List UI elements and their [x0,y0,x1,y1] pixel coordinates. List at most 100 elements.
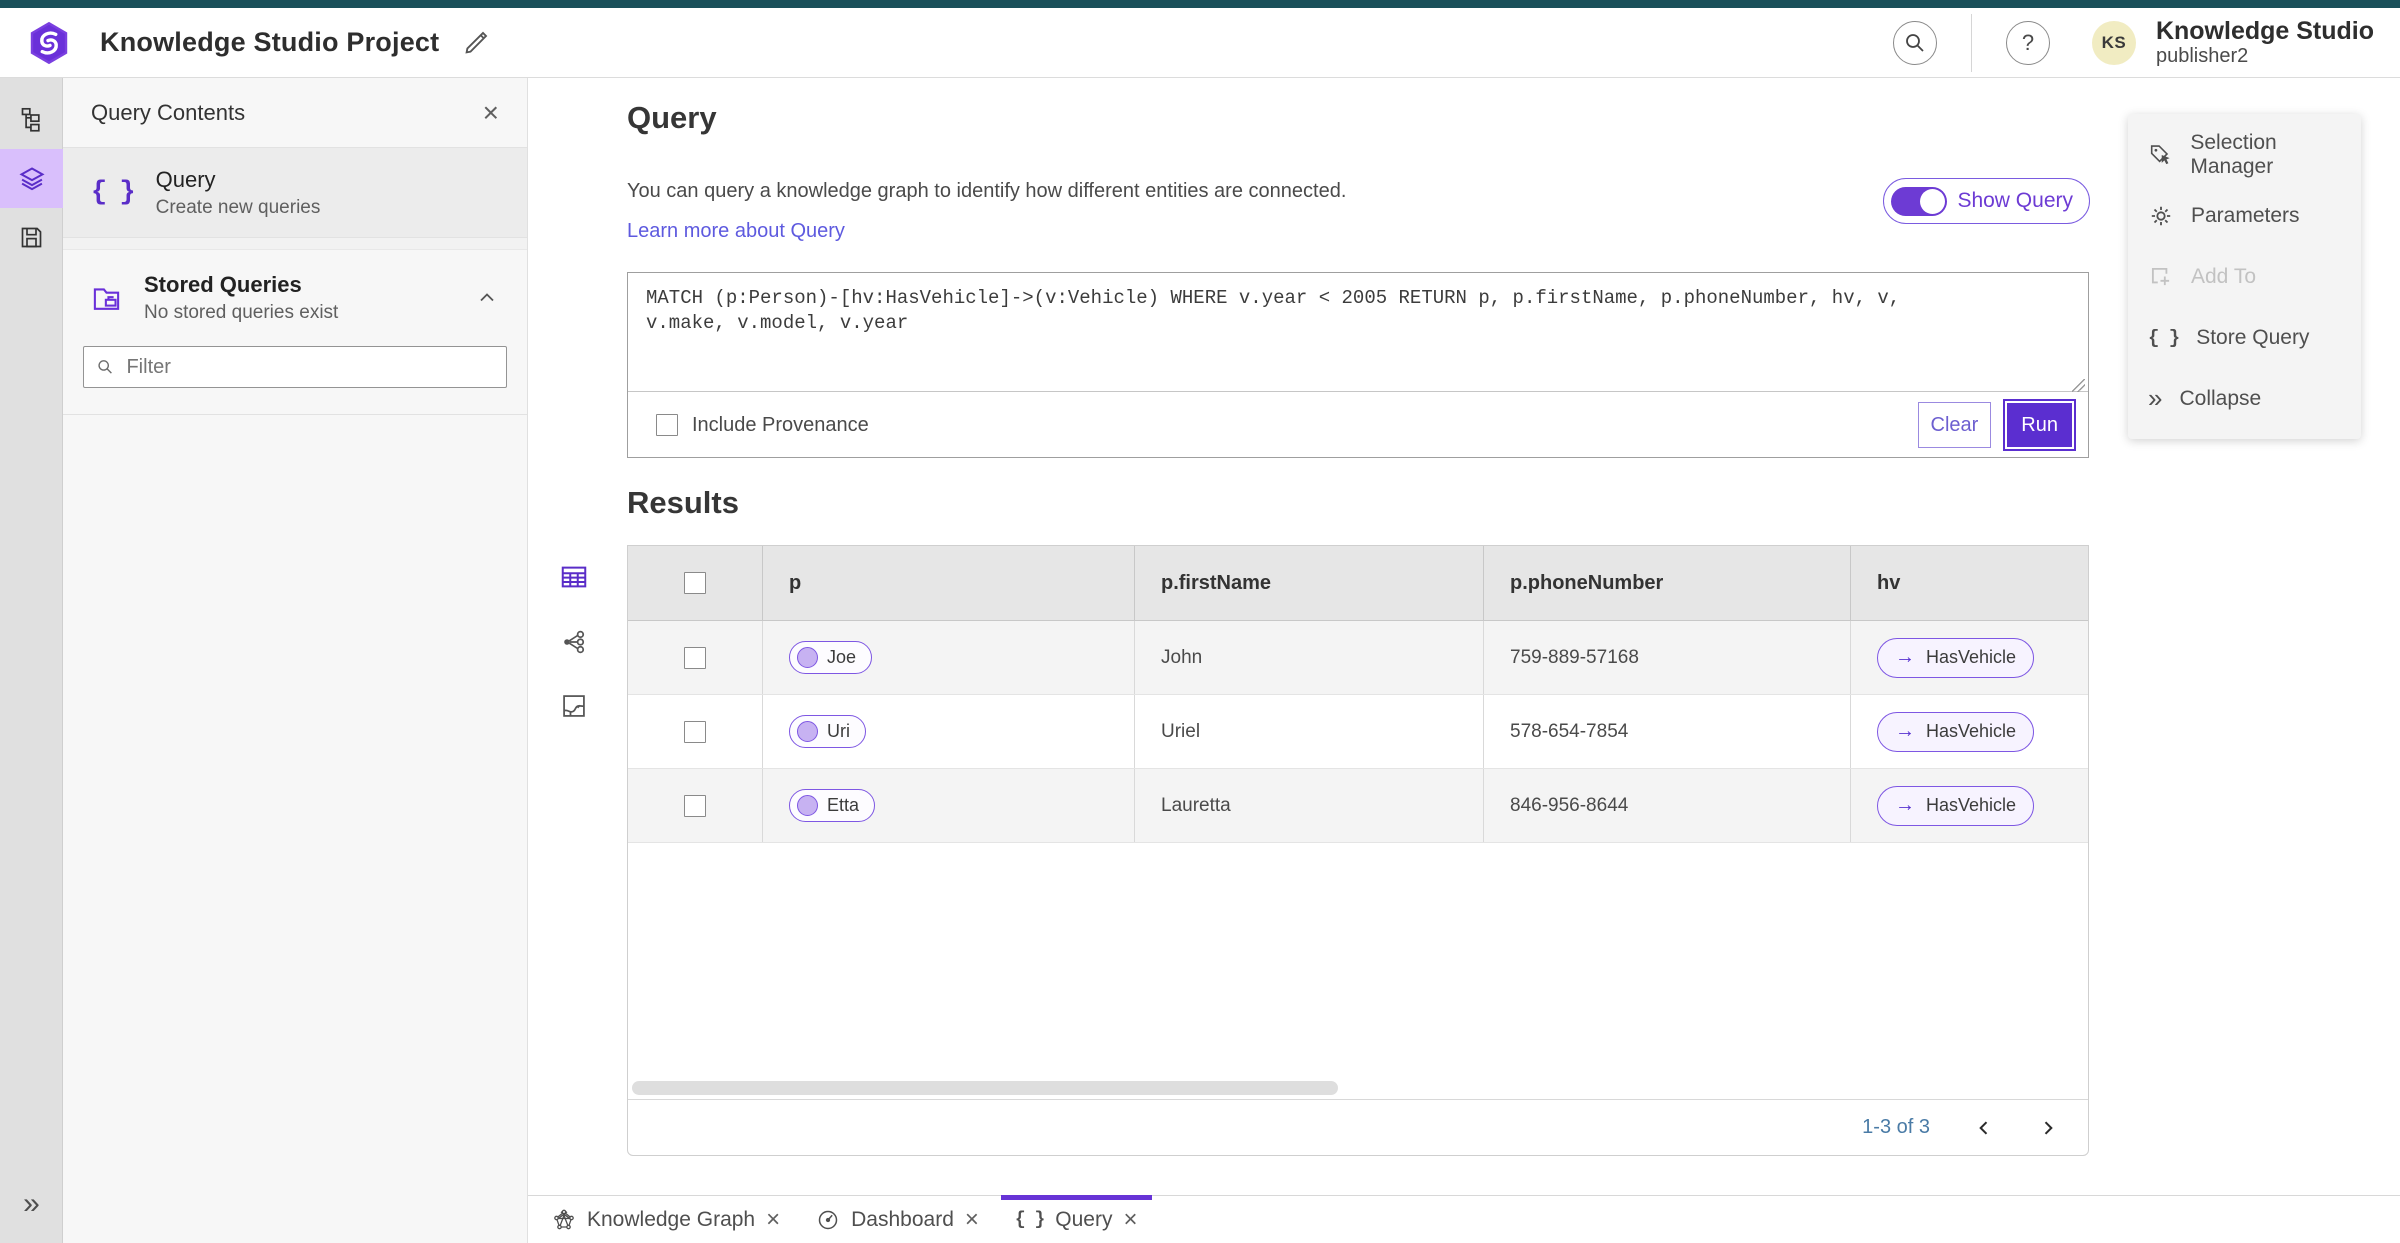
rail-item-layers[interactable] [0,149,63,208]
cell-firstname: John [1134,621,1483,694]
menu-item-store-query[interactable]: Store Query [2128,307,2361,368]
relationship-pill[interactable]: HasVehicle [1877,711,2035,752]
project-title: Knowledge Studio Project [100,27,440,57]
relationship-pill-label: HasVehicle [1926,647,2017,667]
row-checkbox[interactable] [684,794,706,817]
menu-item-selection-manager[interactable]: Selection Manager [2128,124,2361,185]
arrow-right-icon [1895,647,1915,669]
avatar[interactable]: KS [2091,20,2136,65]
rail-item-saved[interactable] [0,208,63,267]
help-button[interactable] [2005,20,2050,65]
learn-more-link[interactable]: Learn more about Query [627,220,845,243]
column-header-p[interactable]: p [762,546,1134,620]
layers-icon [18,166,45,190]
close-tab-button[interactable] [965,1208,979,1232]
menu-item-label: Parameters [2191,203,2300,227]
edit-title-button[interactable] [461,28,491,58]
rail-item-data-model[interactable] [0,90,63,149]
data-model-icon [21,107,40,132]
query-textarea[interactable]: MATCH (p:Person)-[hv:HasVehicle]->(v:Veh… [628,273,2088,392]
next-page-button[interactable] [2038,1118,2058,1138]
query-editor-panel: MATCH (p:Person)-[hv:HasVehicle]->(v:Veh… [627,272,2089,458]
query-item-description: Create new queries [155,196,321,218]
user-block[interactable]: Knowledge Studio publisher2 [2156,17,2374,67]
app-logo-icon[interactable] [26,20,72,66]
row-checkbox[interactable] [684,720,706,743]
relationship-pill[interactable]: HasVehicle [1877,637,2035,678]
relationship-pill[interactable]: HasVehicle [1877,785,2035,826]
table-row: Joe John 759-889-57168 HasVehicle [628,621,2088,695]
node-icon [797,795,818,816]
header-actions: KS Knowledge Studio publisher2 [1892,13,2374,72]
close-tab-button[interactable] [1123,1208,1137,1232]
entity-pill[interactable]: Uri [789,715,866,748]
row-checkbox[interactable] [684,646,706,669]
dashboard-icon [818,1210,838,1229]
pencil-icon [465,31,488,54]
previous-page-button[interactable] [1974,1118,1994,1138]
double-chevron-right-icon [2148,385,2162,412]
close-tab-button[interactable] [766,1208,780,1232]
link-chart-icon [564,630,585,654]
table-empty-area [628,843,2088,1099]
double-chevron-right-icon [23,1189,40,1219]
tab-knowledge-graph[interactable]: Knowledge Graph [534,1196,798,1243]
query-workspace: Query You can query a knowledge graph to… [528,78,2400,1195]
page-title: Query [627,100,717,135]
top-accent-strip [0,0,2400,8]
clear-button[interactable]: Clear [1917,402,1992,448]
cell-firstname: Lauretta [1134,769,1483,842]
menu-item-collapse[interactable]: Collapse [2128,368,2361,429]
tab-label: Query [1055,1207,1113,1231]
query-contents-panel: Query Contents Query Create new queries … [63,78,528,1243]
entity-pill[interactable]: Etta [789,789,876,822]
braces-icon [91,178,134,208]
search-button[interactable] [1892,20,1937,65]
graph-view-button[interactable] [550,619,598,665]
table-view-button[interactable] [550,553,598,601]
left-rail [0,78,63,1243]
tab-dashboard[interactable]: Dashboard [798,1196,997,1243]
expand-rail-button[interactable] [0,1174,63,1233]
map-view-button[interactable] [550,683,598,729]
horizontal-scrollbar-thumb[interactable] [632,1081,1338,1095]
arrow-right-icon [1895,795,1915,817]
braces-icon [2148,327,2179,349]
pagination-range: 1-3 of 3 [1862,1116,1930,1138]
column-header-firstname[interactable]: p.firstName [1134,546,1483,620]
close-panel-button[interactable] [483,99,499,127]
header-divider [1970,13,1972,72]
menu-item-parameters[interactable]: Parameters [2128,185,2361,246]
node-icon [797,647,818,668]
entity-pill[interactable]: Joe [789,641,873,674]
select-all-checkbox[interactable] [684,572,706,594]
tab-label: Dashboard [851,1207,954,1231]
include-provenance-checkbox[interactable] [656,414,678,436]
chevron-left-icon [1979,1120,1988,1135]
table-row: Uri Uriel 578-654-7854 HasVehicle [628,695,2088,769]
sidebar-item-query[interactable]: Query Create new queries [63,148,527,238]
selection-manager-icon [2150,144,2170,164]
menu-item-label: Selection Manager [2190,130,2277,178]
app-header: Knowledge Studio Project KS Knowledge St… [0,8,2400,78]
resize-handle[interactable] [2072,379,2085,392]
panel-header: Query Contents [63,78,527,148]
run-button[interactable]: Run [2005,401,2074,449]
stored-queries-section: Stored Queries No stored queries exist [63,250,527,415]
save-icon [21,227,42,248]
chevron-right-icon [2044,1120,2053,1135]
stored-queries-header[interactable]: Stored Queries No stored queries exist [63,250,527,338]
show-query-toggle[interactable]: Show Query [1883,178,2090,224]
table-footer: 1-3 of 3 [628,1099,2088,1155]
knowledge-studio-app: Knowledge Studio Project KS Knowledge St… [0,0,2400,1243]
menu-item-label: Collapse [2179,386,2262,410]
column-header-phonenumber[interactable]: p.phoneNumber [1483,546,1850,620]
relationship-pill-label: HasVehicle [1926,721,2017,741]
filter-input[interactable] [126,355,494,379]
column-header-hv[interactable]: hv [1850,546,2088,620]
show-query-label: Show Query [1957,189,2073,212]
entity-pill-label: Joe [827,647,857,667]
tab-query[interactable]: Query [997,1195,1156,1243]
arrow-right-icon [1895,721,1915,743]
results-view-switcher [550,553,598,729]
